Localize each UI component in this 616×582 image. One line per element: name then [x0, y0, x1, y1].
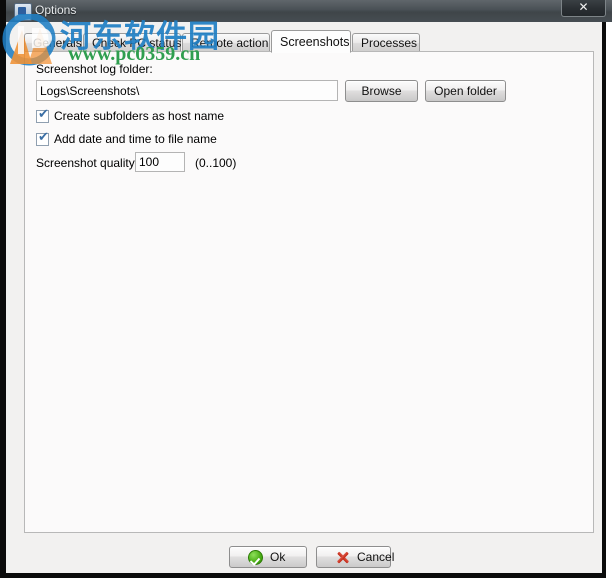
check-icon: ✔ — [38, 130, 49, 145]
checkbox-box[interactable]: ✔ — [36, 130, 49, 146]
cancel-button-label: Cancel — [357, 550, 395, 564]
cancel-button[interactable]: Cancel — [316, 546, 395, 568]
screenshot-quality-range-hint: (0..100) — [195, 156, 237, 170]
checkbox-box[interactable]: ✔ — [36, 107, 49, 123]
green-check-icon — [248, 550, 263, 565]
screenshot-log-folder-label: Screenshot log folder: — [36, 62, 153, 76]
titlebar-sheen — [6, 0, 612, 11]
open-folder-button[interactable]: Open folder — [425, 80, 506, 102]
browse-button[interactable]: Browse — [345, 80, 418, 102]
screenshot-log-folder-input[interactable] — [36, 80, 338, 101]
options-dialog-window: Options ✕ Generals Check PC status Remote … — [0, 0, 612, 578]
tab-remote-action[interactable]: Remote action — [182, 33, 270, 52]
red-x-icon — [335, 550, 350, 565]
tab-processes[interactable]: Processes — [352, 33, 420, 52]
tab-screenshots[interactable]: Screenshots — [271, 30, 351, 53]
ok-button[interactable]: Ok — [229, 546, 307, 568]
create-subfolders-label: Create subfolders as host name — [54, 109, 225, 123]
screenshot-quality-label: Screenshot quality — [36, 156, 135, 170]
options-app-icon — [14, 3, 32, 21]
add-datetime-label: Add date and time to file name — [54, 132, 217, 146]
close-icon[interactable]: ✕ — [561, 0, 606, 17]
ok-button-label: Ok — [270, 550, 286, 564]
window-title: Options — [35, 3, 77, 17]
tab-check-pc-status[interactable]: Check PC status — [83, 33, 181, 52]
screenshot-quality-input[interactable] — [135, 152, 185, 172]
check-icon: ✔ — [38, 107, 49, 122]
title-bar: Options ✕ — [6, 0, 612, 22]
screenshots-tab-panel: Screenshot log folder: Browse Open folde… — [24, 51, 594, 533]
tab-generals[interactable]: Generals — [24, 33, 82, 52]
tab-strip: Generals Check PC status Remote action Scre… — [24, 30, 594, 53]
